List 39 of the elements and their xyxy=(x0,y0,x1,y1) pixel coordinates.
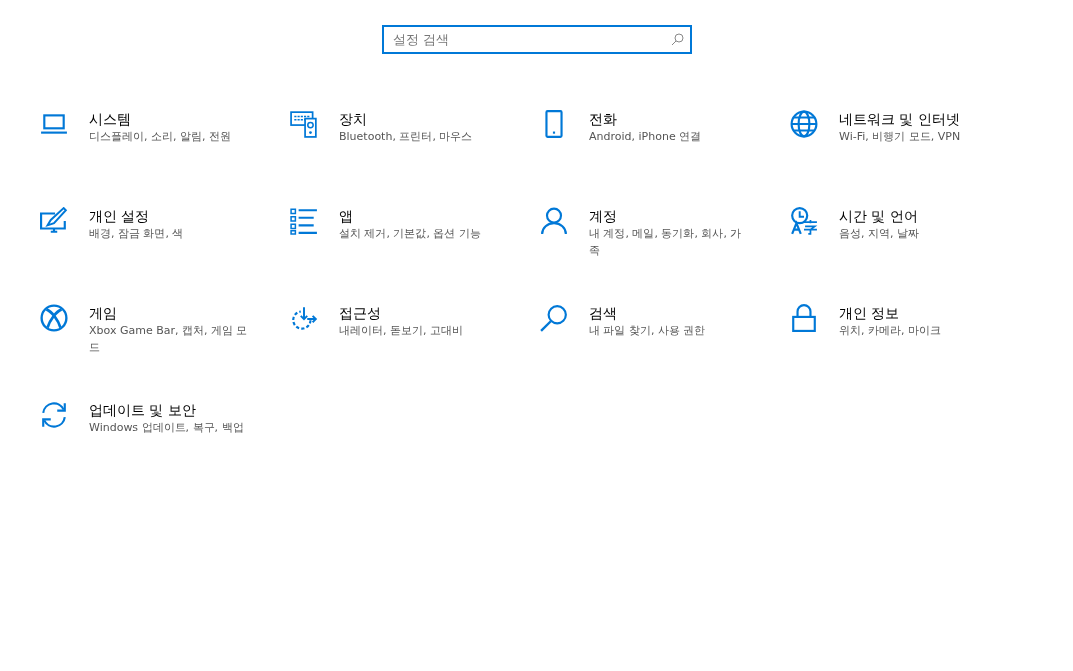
category-title[interactable]: 계정 xyxy=(589,207,751,225)
accessibility-icon[interactable] xyxy=(290,304,318,332)
category-title[interactable]: 개인 설정 xyxy=(89,207,251,225)
lock-icon[interactable] xyxy=(790,304,818,332)
category-title[interactable]: 네트워크 및 인터넷 xyxy=(839,110,1001,128)
category-title[interactable]: 게임 xyxy=(89,304,251,322)
list-icon[interactable] xyxy=(290,207,318,235)
category-title[interactable]: 장치 xyxy=(339,110,501,128)
category-title[interactable]: 시스템 xyxy=(89,110,251,128)
category-description: Windows 업데이트, 복구, 백업 xyxy=(89,420,245,436)
category-description: 위치, 카메라, 마이크 xyxy=(839,323,942,339)
category-title[interactable]: 접근성 xyxy=(339,304,501,322)
globe-icon[interactable] xyxy=(790,110,818,138)
search-icon[interactable] xyxy=(540,304,568,332)
category-description: 음성, 지역, 날짜 xyxy=(839,226,920,242)
category-title[interactable]: 시간 및 언어 xyxy=(839,207,1001,225)
category-description: 디스플레이, 소리, 알림, 전원 xyxy=(89,129,232,145)
category-description: 내 계정, 메일, 동기화, 회사, 가족 xyxy=(589,226,743,259)
keyboard-speaker-icon[interactable] xyxy=(290,110,318,138)
search-field[interactable]: 설정 검색 xyxy=(381,25,692,54)
category-title[interactable]: 앱 xyxy=(339,207,501,225)
category-title[interactable]: 검색 xyxy=(589,304,751,322)
sync-icon[interactable] xyxy=(40,401,68,429)
person-icon[interactable] xyxy=(540,207,568,235)
category-description: Bluetooth, 프린터, 마우스 xyxy=(339,129,474,145)
category-description: Wi-Fi, 비행기 모드, VPN xyxy=(839,129,962,145)
category-title[interactable]: 업데이트 및 보안 xyxy=(89,401,251,419)
clock-letters-icon[interactable] xyxy=(790,207,818,235)
category-description: 내 파일 찾기, 사용 권한 xyxy=(589,323,707,339)
category-description: Android, iPhone 연결 xyxy=(589,129,703,145)
monitor-pen-icon[interactable] xyxy=(40,207,68,235)
category-description: 설치 제거, 기본값, 옵션 기능 xyxy=(339,226,482,242)
category-description: 배경, 잠금 화면, 색 xyxy=(89,226,185,242)
xbox-icon[interactable] xyxy=(40,304,68,332)
search-icon xyxy=(670,33,684,46)
category-title[interactable]: 개인 정보 xyxy=(839,304,1001,322)
category-description: Xbox Game Bar, 캡처, 게임 모드 xyxy=(89,323,249,356)
category-description: 내레이터, 돋보기, 고대비 xyxy=(339,323,464,339)
category-title[interactable]: 전화 xyxy=(589,110,751,128)
